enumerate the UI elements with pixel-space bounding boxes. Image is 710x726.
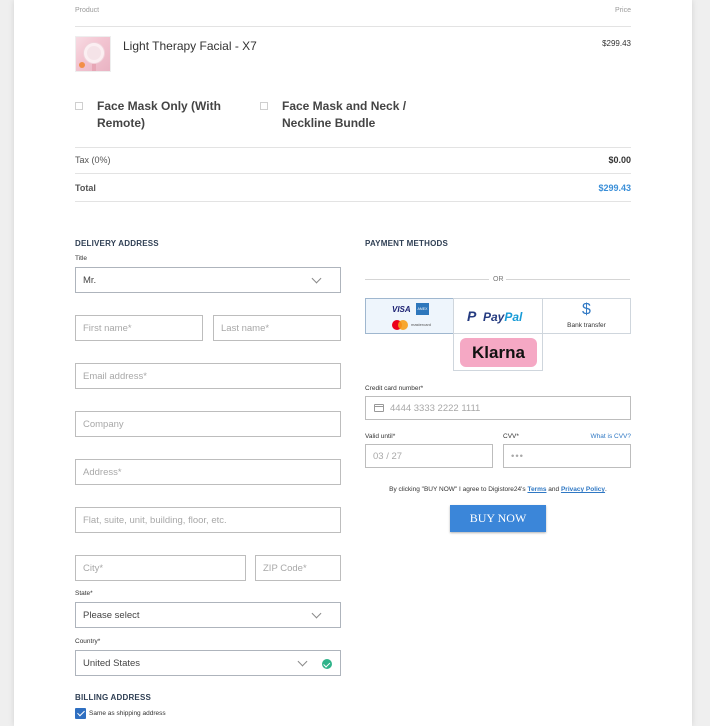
same-as-shipping-label[interactable]: Same as shipping address bbox=[89, 710, 166, 717]
last-name-input[interactable]: Last name* bbox=[213, 315, 341, 341]
visa-logo: VISA bbox=[392, 305, 411, 314]
cvv-placeholder: ••• bbox=[511, 451, 524, 462]
address-line2-input[interactable]: Flat, suite, unit, building, floor, etc. bbox=[75, 507, 341, 533]
option-label-mask-neck-bundle[interactable]: Face Mask and Neck / Neckline Bundle bbox=[282, 98, 422, 132]
address-input[interactable]: Address* bbox=[75, 459, 341, 485]
what-is-cvv-link[interactable]: What is CVV? bbox=[591, 433, 631, 440]
mastercard-label: mastercard bbox=[411, 322, 432, 327]
divider bbox=[75, 173, 631, 174]
zip-code-input[interactable]: ZIP Code* bbox=[255, 555, 341, 581]
tax-label: Tax (0%) bbox=[75, 155, 111, 165]
credit-card-number-input[interactable]: 4444 3333 2222 1111 bbox=[365, 396, 631, 420]
company-input[interactable]: Company bbox=[75, 411, 341, 437]
paypal-icon: P bbox=[467, 308, 477, 324]
option-checkbox-mask-neck-bundle[interactable] bbox=[260, 102, 268, 110]
last-name-placeholder: Last name* bbox=[221, 323, 270, 334]
price-column-header: Price bbox=[615, 7, 631, 14]
state-select[interactable]: Please select bbox=[75, 602, 341, 628]
email-input[interactable]: Email address* bbox=[75, 363, 341, 389]
product-column-header: Product bbox=[75, 7, 100, 14]
checkout-page: Product Price Light Therapy Facial - X7 … bbox=[14, 0, 692, 726]
address-line2-placeholder: Flat, suite, unit, building, floor, etc. bbox=[83, 515, 227, 526]
credit-card-number-label: Credit card number* bbox=[365, 385, 424, 392]
payment-methods-heading: PAYMENT METHODS bbox=[365, 239, 449, 248]
first-name-placeholder: First name* bbox=[83, 323, 132, 334]
total-label: Total bbox=[75, 183, 96, 193]
state-label: State* bbox=[75, 590, 93, 597]
chevron-down-icon bbox=[297, 656, 308, 667]
klarna-logo: Klarna bbox=[460, 338, 537, 367]
valid-until-label: Valid until* bbox=[365, 433, 396, 440]
or-separator: OR bbox=[493, 276, 504, 283]
valid-check-icon bbox=[322, 659, 332, 669]
valid-until-placeholder: 03 / 27 bbox=[373, 451, 403, 462]
first-name-input[interactable]: First name* bbox=[75, 315, 203, 341]
billing-address-heading: BILLING ADDRESS bbox=[75, 693, 152, 702]
company-placeholder: Company bbox=[83, 419, 124, 430]
cvv-input[interactable]: ••• bbox=[503, 444, 631, 468]
cvv-label: CVV* bbox=[503, 433, 519, 440]
buy-now-button[interactable]: BUY NOW bbox=[450, 505, 546, 532]
country-select[interactable]: United States bbox=[75, 650, 341, 676]
delivery-address-heading: DELIVERY ADDRESS bbox=[75, 239, 159, 248]
amex-logo: AMEX bbox=[416, 303, 429, 315]
option-checkbox-mask-only[interactable] bbox=[75, 102, 83, 110]
payment-method-card[interactable]: VISA AMEX mastercard bbox=[365, 298, 454, 334]
dollar-icon: $ bbox=[582, 301, 591, 318]
chevron-down-icon bbox=[311, 273, 322, 284]
divider bbox=[75, 201, 631, 202]
divider bbox=[75, 26, 631, 27]
title-select[interactable]: Mr. bbox=[75, 267, 341, 293]
divider bbox=[75, 147, 631, 148]
country-label: Country* bbox=[75, 638, 101, 645]
credit-card-number-placeholder: 4444 3333 2222 1111 bbox=[390, 403, 481, 414]
state-select-value: Please select bbox=[83, 610, 140, 621]
title-label: Title bbox=[75, 255, 88, 262]
zip-code-placeholder: ZIP Code* bbox=[263, 563, 307, 574]
privacy-policy-link[interactable]: Privacy Policy bbox=[561, 486, 605, 493]
valid-until-input[interactable]: 03 / 27 bbox=[365, 444, 493, 468]
payment-method-paypal[interactable]: P PayPal bbox=[453, 298, 543, 334]
bank-transfer-label: Bank transfer bbox=[567, 322, 606, 329]
payment-method-klarna[interactable]: Klarna bbox=[453, 333, 543, 371]
country-select-value: United States bbox=[83, 658, 141, 669]
divider bbox=[365, 279, 489, 280]
total-value: $299.43 bbox=[598, 183, 631, 193]
product-price: $299.43 bbox=[602, 39, 631, 48]
product-thumbnail bbox=[75, 36, 111, 72]
product-name: Light Therapy Facial - X7 bbox=[123, 39, 257, 53]
city-placeholder: City* bbox=[83, 563, 104, 574]
same-as-shipping-checkbox[interactable] bbox=[75, 708, 86, 719]
address-placeholder: Address* bbox=[83, 467, 122, 478]
email-placeholder: Email address* bbox=[83, 371, 147, 382]
terms-link[interactable]: Terms bbox=[527, 486, 546, 493]
city-input[interactable]: City* bbox=[75, 555, 246, 581]
tax-value: $0.00 bbox=[608, 155, 631, 165]
title-select-value: Mr. bbox=[83, 275, 97, 286]
payment-method-bank-transfer[interactable]: $ Bank transfer bbox=[542, 298, 631, 334]
terms-consent-text: By clicking "BUY NOW" I agree to Digisto… bbox=[389, 486, 607, 493]
chevron-down-icon bbox=[311, 608, 322, 619]
paypal-logo: PayPal bbox=[483, 310, 523, 324]
option-label-mask-only[interactable]: Face Mask Only (With Remote) bbox=[97, 98, 237, 132]
divider bbox=[506, 279, 630, 280]
